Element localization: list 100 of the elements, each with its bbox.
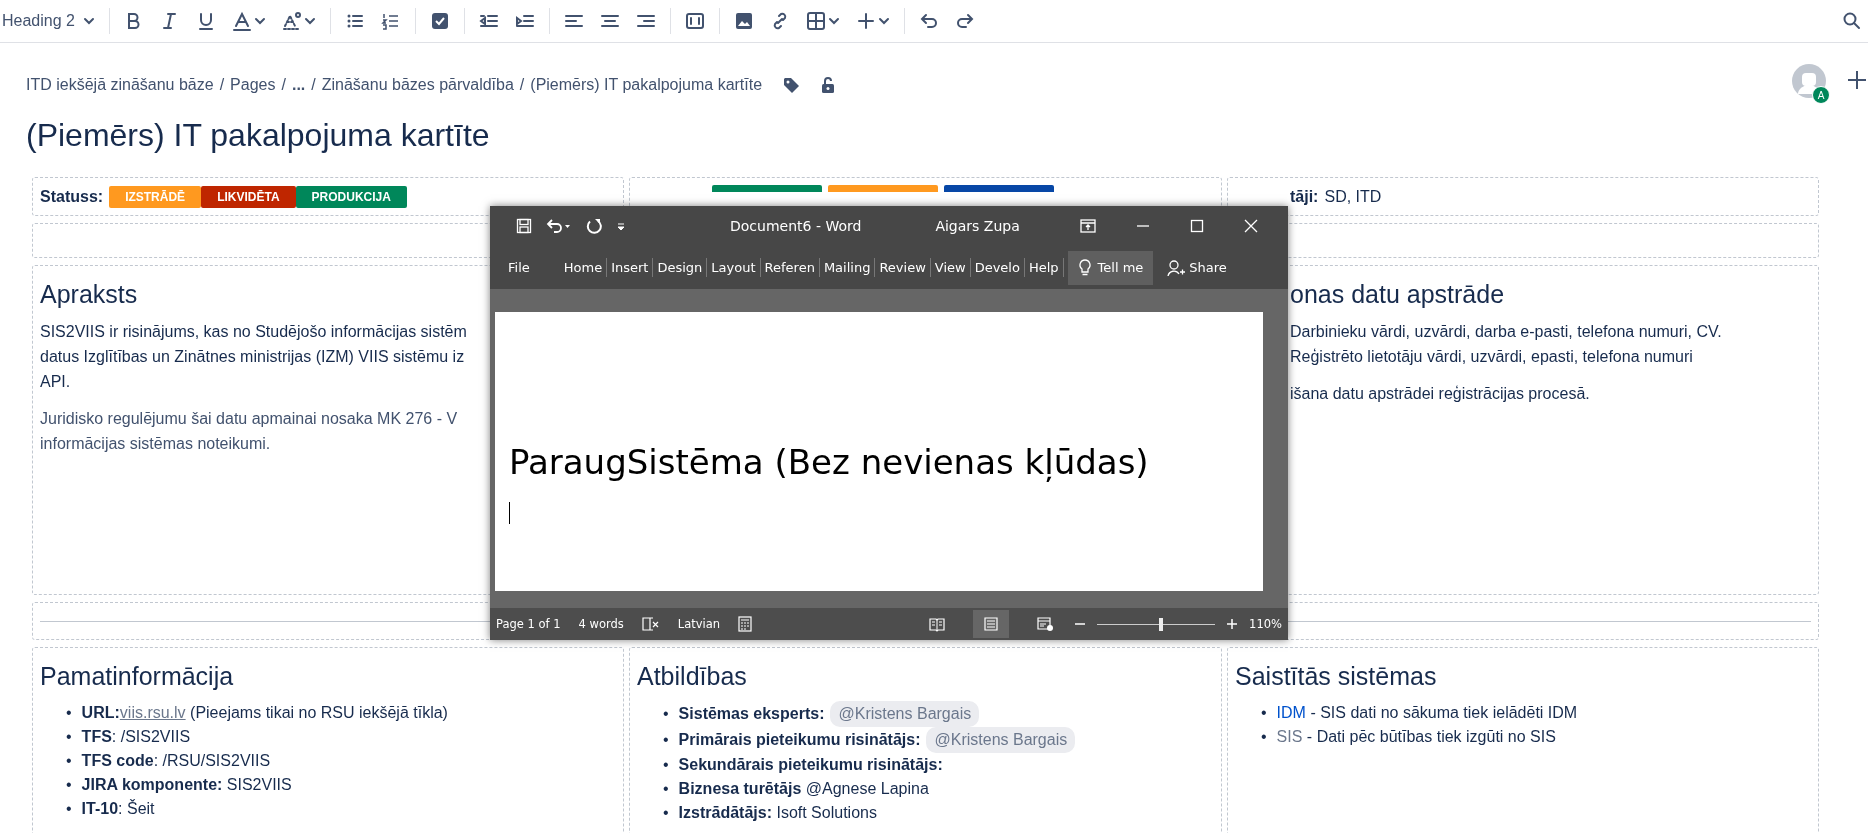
ribbon-tab[interactable]: Home: [559, 258, 608, 277]
bullet-marker: •: [66, 799, 72, 819]
list-item-text: TFS code: /RSU/SIS2VIIS: [81, 751, 271, 771]
text-style-dropdown[interactable]: Heading 2: [2, 8, 101, 34]
language-label[interactable]: Latvian: [677, 617, 721, 631]
paragraph-line: SIS2VIIS ir risinājums, kas no Studējošo informācijas sistēm: [40, 322, 468, 342]
bullet-marker: •: [66, 775, 72, 795]
ribbon-tab[interactable]: Develo: [970, 258, 1025, 277]
breadcrumb-link[interactable]: ...: [291, 76, 306, 94]
image-icon: [733, 11, 754, 31]
list-item-text: Sistēmas eksperts:: [678, 704, 825, 724]
numbered-list-icon: [380, 11, 401, 31]
window-title: Document6 - Word: [730, 218, 862, 234]
proofing-icon[interactable]: [641, 616, 660, 632]
layout-icon: [684, 11, 705, 31]
share-button[interactable]: Share: [1161, 257, 1233, 278]
status-label: Statuss:: [40, 187, 104, 206]
breadcrumb-link[interactable]: Zināšanu bāzes pārvaldība: [321, 76, 514, 94]
user-name: Aigars Zupa: [935, 218, 1020, 234]
tell-me-search[interactable]: Tell me: [1067, 250, 1154, 285]
list-item-text: URL:viis.rsu.lv (Pieejams tikai no RSU iekšējā tīkla): [81, 703, 448, 723]
paragraph-line: išana datu apstrādei reģistrācijas procesā.: [1290, 384, 1591, 404]
undo-icon[interactable]: [546, 218, 572, 234]
maximize-icon[interactable]: [1189, 219, 1204, 233]
list-item-text: JIRA komponente: SIS2VIIS: [81, 775, 292, 795]
ribbon-tab[interactable]: Insert: [607, 258, 654, 277]
close-icon[interactable]: [1243, 219, 1258, 233]
list-item-text: Izstrādātājs: Isoft Solutions: [678, 803, 877, 823]
paragraph-line: datus Izglītības un Zinātnes ministrijas (IZM) VIIS sistēmu iz: [40, 347, 466, 367]
ribbon-tab[interactable]: View: [930, 258, 971, 277]
ribbon-tab[interactable]: Layout: [707, 258, 761, 277]
breadcrumb-separator: /: [311, 76, 316, 94]
redo-icon[interactable]: [586, 218, 602, 234]
list-item-text: Sekundārais pieteikumu risinātājs:: [678, 755, 943, 775]
text-color-icon: [231, 11, 252, 31]
link[interactable]: IDM: [1276, 704, 1306, 721]
breadcrumb-separator: /: [219, 76, 225, 94]
bullet-marker: •: [663, 730, 669, 750]
ribbon-tab[interactable]: Mailing: [819, 258, 876, 277]
table-icon: [805, 11, 826, 31]
breadcrumb-link[interactable]: Pages: [230, 76, 276, 94]
breadcrumb-link[interactable]: (Piemērs) IT pakalpojuma kartīte: [530, 76, 763, 94]
zoom-slider[interactable]: [1097, 617, 1216, 631]
page-title: (Piemērs) IT pakalpojuma kartīte: [26, 117, 491, 155]
open-book-icon: [929, 616, 946, 632]
plus-icon[interactable]: [1227, 619, 1238, 629]
section-heading: Saistītās sistēmas: [1235, 662, 1438, 691]
link[interactable]: viis.rsu.lv: [119, 704, 186, 721]
list-item-text: Darbinieku vārdi, uzvārdi, darba e-pasti, telefona numuri, CV.: [1290, 322, 1723, 342]
bullet-marker: •: [663, 755, 669, 775]
checkbox-icon: [429, 11, 450, 31]
avatar-badge: A: [1812, 86, 1830, 104]
user-avatar[interactable]: A: [1790, 62, 1828, 100]
bullet-marker: •: [66, 751, 72, 771]
list-item-text: TFS: /SIS2VIIS: [81, 727, 191, 747]
link[interactable]: SIS: [1276, 728, 1303, 745]
user-mention[interactable]: @Kristens Bargais: [830, 701, 980, 727]
list-item-text: Primārais pieteikumu risinātājs:: [678, 730, 921, 750]
breadcrumb-separator: /: [519, 76, 525, 94]
ribbon-tab[interactable]: Help: [1024, 258, 1064, 277]
web-layout-icon: [1037, 616, 1054, 632]
undo-icon: [918, 11, 939, 31]
word-count: 4 words: [578, 617, 624, 631]
section-heading: Pamatinformācija: [40, 662, 235, 691]
list-item-text: IT-10: Šeit: [81, 798, 155, 819]
ribbon-tab[interactable]: Review: [875, 258, 931, 277]
bullet-marker: •: [663, 803, 669, 823]
breadcrumb-link[interactable]: ITD iekšējā zināšanu bāze: [26, 76, 214, 94]
zoom-level[interactable]: 110%: [1249, 617, 1282, 631]
paragraph-line: API.: [40, 372, 72, 392]
status-lozenge: LIKVIDĒTA: [201, 185, 296, 208]
breadcrumb-separator: /: [281, 76, 286, 94]
ribbon-display-icon[interactable]: [1079, 219, 1096, 233]
section-heading: Atbildības: [637, 662, 748, 691]
page-count: Page 1 of 1: [496, 617, 561, 631]
section-heading: Apraksts: [40, 280, 139, 309]
calculator-icon[interactable]: [738, 616, 753, 632]
list-item-text: Biznesa turētājs @Agnese Lapina: [678, 779, 929, 799]
list-item-text: Reģistrēto lietotāju vārdi, uzvārdi, epasti, telefona numuri: [1290, 347, 1694, 367]
user-mention[interactable]: @Kristens Bargais: [926, 727, 1076, 753]
bullet-marker: •: [663, 779, 669, 799]
text-cursor: [509, 502, 510, 524]
bullet-marker: •: [663, 704, 669, 724]
list-item-text: SIS - Dati pēc būtības tiek izgūti no SIS: [1276, 727, 1556, 747]
section-heading: onas datu apstrāde: [1290, 280, 1506, 309]
ribbon-tab[interactable]: File: [504, 258, 534, 277]
text-style-icon: [281, 11, 302, 31]
bullet-marker: •: [66, 703, 72, 723]
view-button[interactable]: [973, 610, 1010, 638]
search-icon: [1842, 11, 1862, 31]
page-lines-icon: [983, 616, 1000, 632]
plus-icon: [1846, 68, 1868, 91]
save-icon[interactable]: [516, 218, 532, 234]
plus-icon: [855, 11, 876, 31]
ribbon-tab[interactable]: Design: [653, 258, 708, 277]
field-value: SD, ITD: [1324, 187, 1382, 206]
tag-icon[interactable]: [782, 76, 801, 94]
field-label: tāji:: [1290, 187, 1319, 206]
ribbon-tab[interactable]: Referen: [760, 258, 820, 277]
unlocked-padlock-icon[interactable]: [820, 76, 837, 94]
